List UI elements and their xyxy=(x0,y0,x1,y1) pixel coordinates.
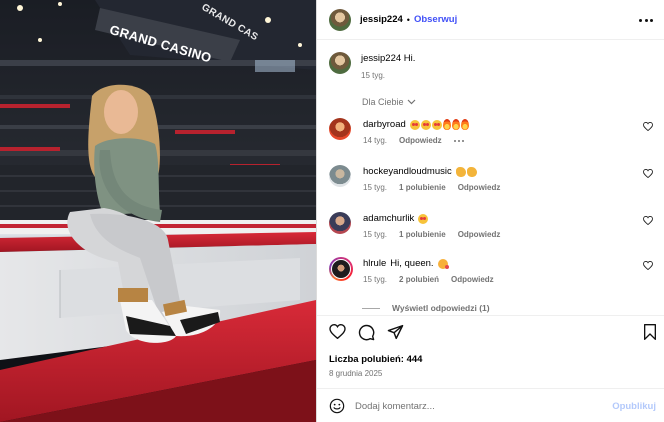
post-date: 8 grudnia 2025 xyxy=(329,369,383,378)
commenter-avatar[interactable] xyxy=(329,257,353,281)
fire-emoji-icon xyxy=(460,119,469,130)
comment-item: darbyroad 14 tyg. Odpowiedz xyxy=(329,118,659,145)
post-actions: Liczba polubień: 444 8 grudnia 2025 Opub… xyxy=(317,315,664,422)
post-photo[interactable]: GRAND CASINO GRAND CAS xyxy=(0,0,316,422)
bookmark-icon[interactable] xyxy=(643,324,657,340)
heart-eyes-emoji-icon xyxy=(418,213,429,224)
share-icon[interactable] xyxy=(387,324,404,340)
arena-photo xyxy=(0,0,316,422)
comment-time: 14 tyg. xyxy=(363,136,388,145)
caption-text: Hi. xyxy=(403,53,416,64)
comment-time: 15 tyg. xyxy=(363,183,388,192)
chevron-down-icon xyxy=(407,99,415,105)
likes-count[interactable]: Liczba polubień: 444 xyxy=(329,354,422,365)
comment-likes[interactable]: 1 polubienie xyxy=(399,183,446,192)
comment-username[interactable]: darbyroad xyxy=(363,118,406,131)
comment-item: hockeyandloudmusic 15 tyg. 1 polubienie … xyxy=(329,165,659,192)
comment-like-heart-icon[interactable] xyxy=(643,261,653,270)
comment-like-heart-icon[interactable] xyxy=(643,169,653,178)
author-username[interactable]: jessip224 xyxy=(360,14,403,25)
header-separator: • xyxy=(406,14,410,25)
heart-icon[interactable] xyxy=(329,324,346,339)
caption-avatar[interactable] xyxy=(329,52,351,74)
commenter-avatar[interactable] xyxy=(329,212,351,234)
fire-emoji-icon xyxy=(442,119,451,130)
post-dialog: GRAND CASINO GRAND CAS jessip224 • Obser… xyxy=(0,0,664,422)
reply-button[interactable]: Odpowiedz xyxy=(399,136,442,145)
comment-icon[interactable] xyxy=(358,324,375,341)
comment-username[interactable]: hlrule xyxy=(363,257,386,270)
reply-button[interactable]: Odpowiedz xyxy=(451,275,494,284)
for-you-filter[interactable]: Dla Ciebie xyxy=(362,97,416,107)
fire-emoji-icon xyxy=(451,119,460,130)
heart-eyes-emoji-icon xyxy=(409,119,420,130)
reply-button[interactable]: Odpowiedz xyxy=(458,230,501,239)
commenter-avatar[interactable] xyxy=(329,118,351,140)
comment-item: hlrule Hi, queen. 15 tyg. 2 polubień Odp… xyxy=(329,257,659,284)
view-replies-button[interactable]: Wyświetl odpowiedzi (1) xyxy=(362,303,490,313)
smiling-hearts-emoji-icon xyxy=(437,258,449,269)
post-comment-button[interactable]: Opublikuj xyxy=(612,401,656,412)
comment-likes[interactable]: 2 polubień xyxy=(399,275,439,284)
follow-button[interactable]: Obserwuj xyxy=(414,14,457,25)
comment-like-heart-icon[interactable] xyxy=(643,122,653,131)
post-sidebar: jessip224 • Obserwuj jessip224 Hi. 15 ty… xyxy=(316,0,664,422)
caption-username[interactable]: jessip224 xyxy=(361,53,401,64)
caption-time: 15 tyg. xyxy=(361,71,386,80)
author-avatar[interactable] xyxy=(329,8,351,31)
comment-like-heart-icon[interactable] xyxy=(643,216,653,225)
post-header: jessip224 • Obserwuj xyxy=(317,0,664,40)
comment-options-icon[interactable] xyxy=(453,139,464,142)
comment-text: Hi, queen. xyxy=(390,258,434,269)
comment-username[interactable]: adamchurlik xyxy=(363,212,414,225)
comment-time: 15 tyg. xyxy=(363,275,388,284)
for-you-label: Dla Ciebie xyxy=(362,97,404,107)
replies-divider xyxy=(362,307,380,309)
emoji-icon[interactable] xyxy=(329,398,345,414)
comment-item: adamchurlik 15 tyg. 1 polubienie Odpowie… xyxy=(329,212,659,239)
heart-eyes-emoji-icon xyxy=(431,119,442,130)
comment-composer: Opublikuj xyxy=(317,388,664,422)
heart-eyes-emoji-icon xyxy=(420,119,431,130)
comment-time: 15 tyg. xyxy=(363,230,388,239)
view-replies-label: Wyświetl odpowiedzi (1) xyxy=(392,303,490,313)
more-icon[interactable] xyxy=(639,14,653,26)
commenter-avatar[interactable] xyxy=(329,165,351,187)
comment-username[interactable]: hockeyandloudmusic xyxy=(363,165,452,178)
comment-input[interactable] xyxy=(355,400,595,412)
post-caption: jessip224 Hi. 15 tyg. xyxy=(329,52,415,82)
comment-likes[interactable]: 1 polubienie xyxy=(399,230,446,239)
clap-emoji-icon xyxy=(466,166,477,177)
reply-button[interactable]: Odpowiedz xyxy=(458,183,501,192)
clap-emoji-icon xyxy=(455,166,466,177)
